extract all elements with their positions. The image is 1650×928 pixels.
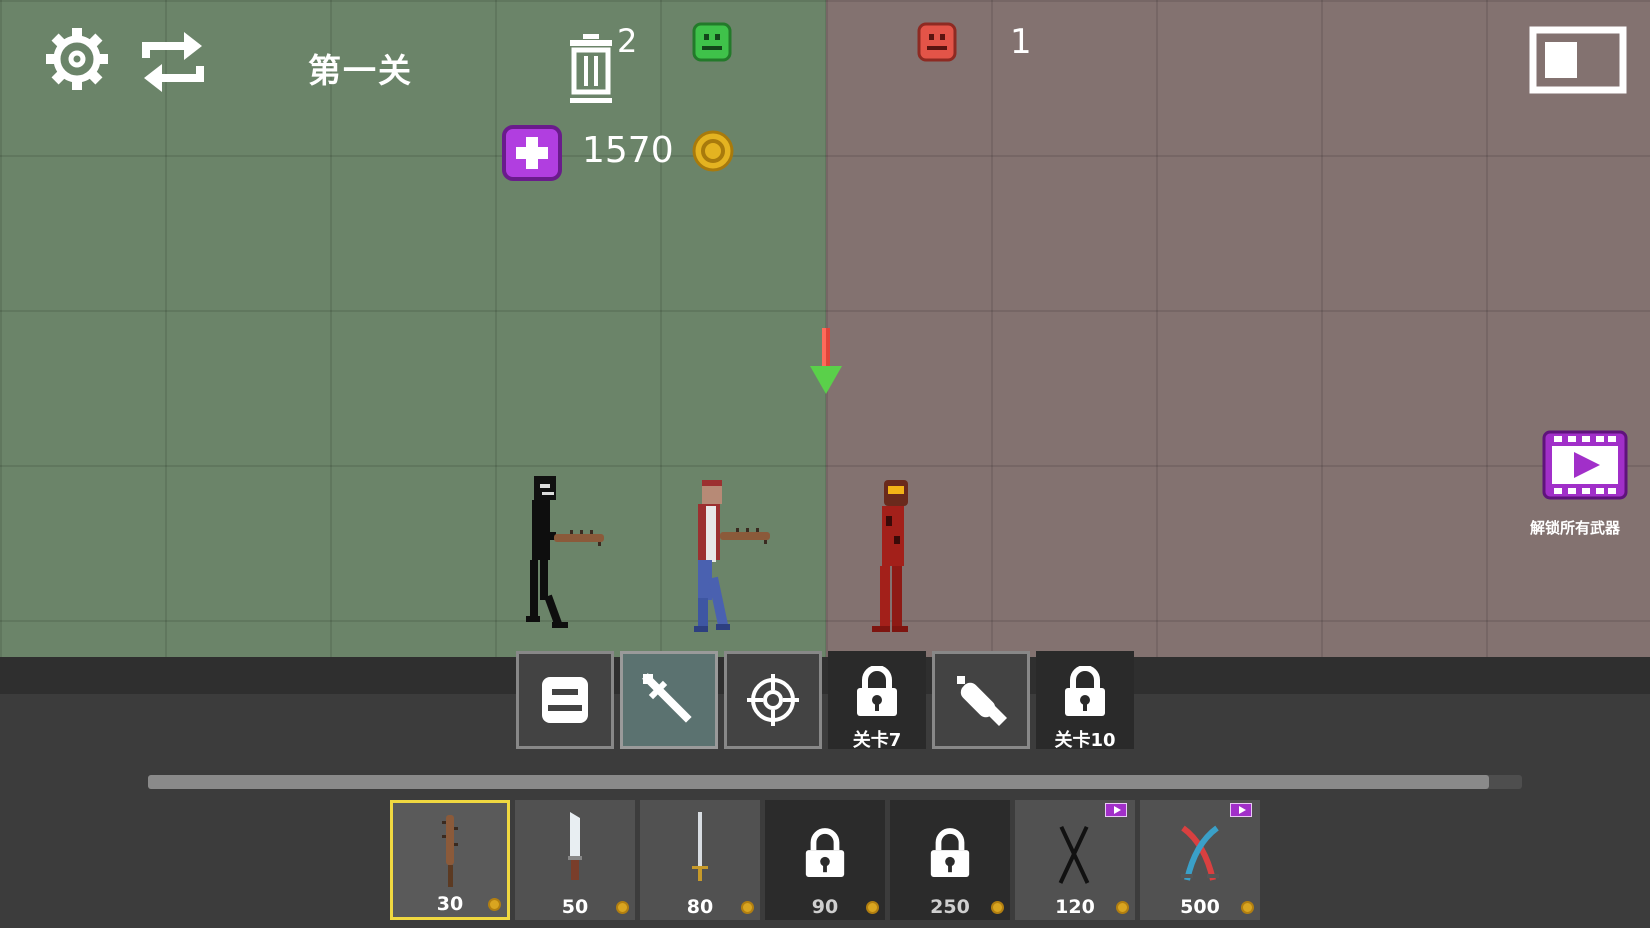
character-face-icon bbox=[542, 677, 588, 723]
weapon-slot-crossed-blades[interactable]: 120 bbox=[1015, 800, 1135, 920]
trash-count: 2 bbox=[617, 22, 638, 60]
coin-icon bbox=[616, 901, 629, 914]
weapon-list: 30 50 80 90 250 120 500 bbox=[390, 800, 1265, 920]
weapon-slot-crossed-swords[interactable]: 500 bbox=[1140, 800, 1260, 920]
level7-lock-label: 关卡7 bbox=[852, 730, 902, 751]
weapon-scrollbar-thumb[interactable] bbox=[148, 775, 1490, 789]
crosshair-icon bbox=[747, 674, 799, 726]
red-team-icon bbox=[917, 22, 957, 62]
game-arena[interactable]: 第一关 2 1 1570 解锁所有武器 bbox=[0, 0, 1650, 657]
swap-icon[interactable] bbox=[138, 28, 208, 96]
level-title: 第一关 bbox=[308, 51, 413, 90]
coin-icon bbox=[488, 898, 501, 911]
weapon-slot-sword[interactable]: 80 bbox=[640, 800, 760, 920]
category-character-button[interactable] bbox=[516, 651, 614, 749]
red-team-zone[interactable] bbox=[826, 0, 1650, 657]
video-ad-icon[interactable] bbox=[1542, 430, 1628, 500]
coin-icon bbox=[692, 130, 734, 172]
red-lava-stickman-enemy[interactable] bbox=[866, 476, 926, 652]
weapon-slot-knife[interactable]: 50 bbox=[515, 800, 635, 920]
panel-toggle-icon[interactable] bbox=[1529, 26, 1627, 94]
coin-icon bbox=[741, 901, 754, 914]
crossed-blades-icon bbox=[1058, 825, 1090, 884]
coin-icon bbox=[1241, 901, 1254, 914]
green-team-icon bbox=[692, 22, 732, 62]
trash-icon[interactable] bbox=[568, 34, 614, 106]
crossed-swords-icon bbox=[1181, 825, 1219, 881]
weapon-slot-spiked-bat[interactable]: 30 bbox=[390, 800, 510, 920]
sword-icon bbox=[692, 812, 708, 881]
black-stickman-character[interactable] bbox=[520, 472, 620, 652]
category-level10-locked-button[interactable]: 关卡10 bbox=[1036, 651, 1134, 751]
video-ad-badge-icon bbox=[1105, 803, 1127, 817]
bomb-icon bbox=[957, 676, 1007, 726]
knife-icon bbox=[568, 812, 582, 880]
red-shirt-stickman-character[interactable] bbox=[690, 478, 790, 653]
lock-icon bbox=[857, 666, 897, 716]
coin-icon bbox=[1116, 901, 1129, 914]
category-explosives-button[interactable] bbox=[932, 651, 1030, 749]
red-team-count: 1 bbox=[1010, 22, 1032, 62]
lock-icon bbox=[1065, 666, 1105, 716]
spiked-bat-icon bbox=[442, 815, 458, 887]
spawn-divider-arrow-icon bbox=[810, 328, 842, 394]
coin-balance: 1570 bbox=[582, 130, 674, 171]
lock-icon bbox=[805, 828, 845, 877]
unlock-all-weapons-label[interactable]: 解锁所有武器 bbox=[1530, 517, 1620, 538]
category-melee-button[interactable] bbox=[620, 651, 718, 749]
coin-icon bbox=[991, 901, 1004, 914]
add-coins-button[interactable] bbox=[502, 125, 562, 181]
coin-icon bbox=[866, 901, 879, 914]
video-ad-badge-icon bbox=[1230, 803, 1252, 817]
weapon-scrollbar[interactable] bbox=[148, 775, 1522, 789]
level10-lock-label: 关卡10 bbox=[1054, 730, 1116, 751]
lock-icon bbox=[930, 828, 970, 877]
category-level7-locked-button[interactable]: 关卡7 bbox=[828, 651, 926, 751]
category-bar: 关卡7 关卡10 bbox=[516, 651, 1140, 751]
sword-icon bbox=[642, 673, 692, 723]
gear-icon[interactable] bbox=[44, 26, 110, 92]
category-guns-button[interactable] bbox=[724, 651, 822, 749]
weapon-slot-locked-90[interactable]: 90 bbox=[765, 800, 885, 920]
weapon-slot-locked-250[interactable]: 250 bbox=[890, 800, 1010, 920]
